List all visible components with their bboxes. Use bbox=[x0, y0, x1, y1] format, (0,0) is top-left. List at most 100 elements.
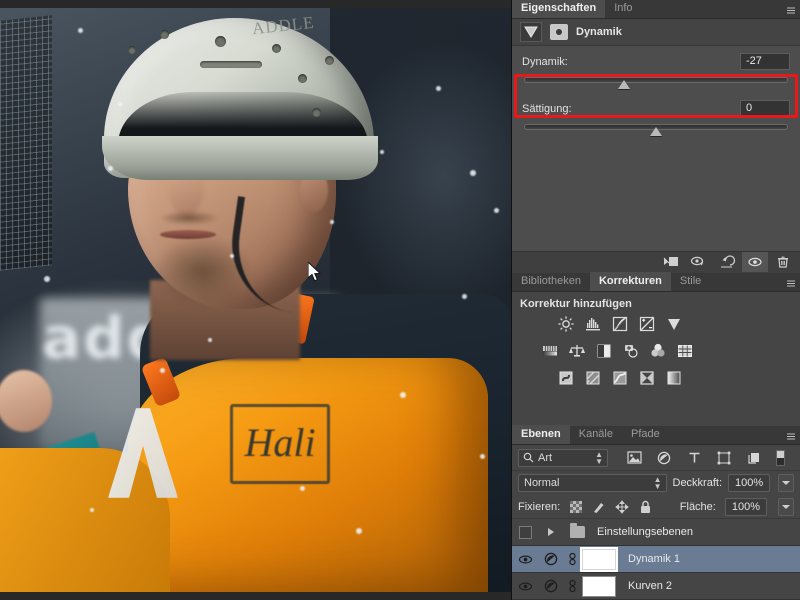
dynamik-value-input[interactable]: -27 bbox=[740, 53, 790, 70]
document-canvas[interactable]: add add Hali bbox=[0, 0, 512, 600]
tab-korrekturen[interactable]: Korrekturen bbox=[590, 272, 671, 291]
curves-icon[interactable] bbox=[610, 314, 630, 334]
mask-link-icon[interactable] bbox=[564, 579, 580, 593]
reset-icon[interactable] bbox=[714, 252, 740, 272]
levels-icon[interactable] bbox=[583, 314, 603, 334]
saettigung-slider-thumb[interactable] bbox=[650, 127, 662, 136]
layer-visibility-toggle[interactable] bbox=[512, 526, 538, 539]
photoshop-window: add add Hali bbox=[0, 0, 800, 600]
black-white-icon[interactable] bbox=[594, 341, 614, 361]
tab-stile[interactable]: Stile bbox=[671, 272, 710, 291]
toggle-previous-state-icon[interactable] bbox=[686, 252, 712, 272]
blend-mode-row: Normal ▲▼ Deckkraft: 100% bbox=[512, 471, 800, 495]
layer-visibility-toggle[interactable] bbox=[512, 581, 538, 592]
filter-enable-toggle[interactable] bbox=[776, 450, 785, 466]
canvas-letterbox-bottom bbox=[0, 592, 512, 600]
photo-image: add add Hali bbox=[0, 8, 512, 592]
lock-transparency-icon[interactable] bbox=[569, 500, 583, 514]
saettigung-slider[interactable] bbox=[524, 122, 788, 136]
properties-footer bbox=[512, 251, 800, 273]
snow-flake bbox=[44, 276, 50, 282]
tab-kanaele[interactable]: Kanäle bbox=[570, 425, 622, 444]
pixel-layer-filter-icon[interactable] bbox=[626, 450, 642, 466]
clip-to-layer-icon[interactable] bbox=[658, 252, 684, 272]
blend-mode-select[interactable]: Normal ▲▼ bbox=[518, 474, 667, 492]
lock-image-icon[interactable] bbox=[592, 500, 606, 514]
properties-title: Dynamik bbox=[576, 26, 622, 38]
adjustment-layer-icon bbox=[538, 552, 564, 566]
opacity-dropdown-icon[interactable] bbox=[778, 474, 794, 492]
adjustments-row-2 bbox=[520, 341, 792, 361]
color-lookup-icon[interactable] bbox=[675, 341, 695, 361]
dynamik-slider-thumb[interactable] bbox=[618, 80, 630, 89]
table-row[interactable]: Einstellungsebenen bbox=[512, 519, 800, 546]
photo-background-fence bbox=[0, 15, 52, 270]
layer-filter-type-select[interactable]: Art ▲▼ bbox=[518, 449, 608, 467]
photo-helmet-hole bbox=[312, 108, 321, 117]
layer-visibility-toggle[interactable] bbox=[512, 554, 538, 565]
photo-helmet-hole bbox=[215, 36, 226, 47]
lock-all-icon[interactable] bbox=[638, 500, 652, 514]
table-row[interactable]: Kurven 2 bbox=[512, 573, 800, 600]
panel-menu-icon[interactable] bbox=[786, 5, 796, 15]
selective-color-icon[interactable] bbox=[637, 368, 657, 388]
tab-ebenen[interactable]: Ebenen bbox=[512, 425, 570, 444]
fill-label: Fläche: bbox=[680, 501, 716, 513]
smart-object-filter-icon[interactable] bbox=[746, 450, 762, 466]
dynamik-slider[interactable] bbox=[524, 75, 788, 89]
photo-filter-icon[interactable] bbox=[621, 341, 641, 361]
shape-layer-filter-icon[interactable] bbox=[716, 450, 732, 466]
delete-trash-icon[interactable] bbox=[770, 252, 796, 272]
stepper-arrows-icon[interactable]: ▲▼ bbox=[595, 451, 603, 465]
photo-helmet-hole bbox=[325, 56, 334, 65]
panel-menu-icon[interactable] bbox=[786, 431, 796, 441]
saettigung-value-input[interactable]: 0 bbox=[740, 100, 790, 117]
layer-mask-thumbnail[interactable] bbox=[582, 549, 616, 570]
fill-value[interactable]: 100% bbox=[725, 498, 767, 516]
dynamik-slider-track[interactable] bbox=[524, 77, 788, 83]
eye-icon bbox=[518, 581, 533, 592]
folder-icon bbox=[570, 526, 585, 538]
stepper-arrows-icon[interactable]: ▲▼ bbox=[654, 476, 662, 490]
visibility-empty-box-icon bbox=[519, 526, 532, 539]
layer-mask-thumbnail[interactable] bbox=[582, 576, 616, 597]
adjustments-row-3 bbox=[520, 368, 792, 388]
properties-header: Dynamik bbox=[512, 19, 800, 46]
brightness-contrast-icon[interactable] bbox=[556, 314, 576, 334]
panel-menu-icon[interactable] bbox=[786, 278, 796, 288]
posterize-icon[interactable] bbox=[583, 368, 603, 388]
type-layer-filter-icon[interactable] bbox=[686, 450, 702, 466]
snow-flake bbox=[300, 486, 305, 491]
snow-flake bbox=[480, 454, 485, 459]
table-row[interactable]: Dynamik 1 bbox=[512, 546, 800, 573]
snow-flake bbox=[470, 170, 476, 176]
opacity-value[interactable]: 100% bbox=[728, 474, 770, 492]
tab-bibliotheken[interactable]: Bibliotheken bbox=[512, 272, 590, 291]
vibrance-icon[interactable] bbox=[664, 314, 684, 334]
exposure-icon[interactable] bbox=[637, 314, 657, 334]
group-expand-toggle[interactable] bbox=[538, 528, 564, 536]
lock-position-icon[interactable] bbox=[615, 500, 629, 514]
color-balance-icon[interactable] bbox=[567, 341, 587, 361]
invert-icon[interactable] bbox=[556, 368, 576, 388]
photo-helmet-hole bbox=[272, 44, 281, 53]
adjustments-row-1 bbox=[520, 314, 792, 334]
slider-row-dynamik: Dynamik: -27 bbox=[512, 46, 800, 91]
snow-flake bbox=[78, 28, 83, 33]
tab-info[interactable]: Info bbox=[605, 0, 641, 18]
gradient-map-icon[interactable] bbox=[664, 368, 684, 388]
channel-mixer-icon[interactable] bbox=[648, 341, 668, 361]
adjustment-layer-filter-icon[interactable] bbox=[656, 450, 672, 466]
lock-label: Fixieren: bbox=[518, 501, 560, 513]
threshold-icon[interactable] bbox=[610, 368, 630, 388]
snow-flake bbox=[108, 166, 113, 171]
tab-pfade[interactable]: Pfade bbox=[622, 425, 669, 444]
search-icon bbox=[523, 452, 534, 463]
mask-link-icon[interactable] bbox=[564, 552, 580, 566]
hue-saturation-icon[interactable] bbox=[540, 341, 560, 361]
tab-eigenschaften[interactable]: Eigenschaften bbox=[512, 0, 605, 18]
fill-dropdown-icon[interactable] bbox=[778, 498, 794, 516]
layers-panel: Art ▲▼ bbox=[512, 445, 800, 600]
properties-panel: Dynamik Dynamik: -27 Sättigung: 0 bbox=[512, 19, 800, 273]
visibility-eye-icon[interactable] bbox=[742, 252, 768, 272]
